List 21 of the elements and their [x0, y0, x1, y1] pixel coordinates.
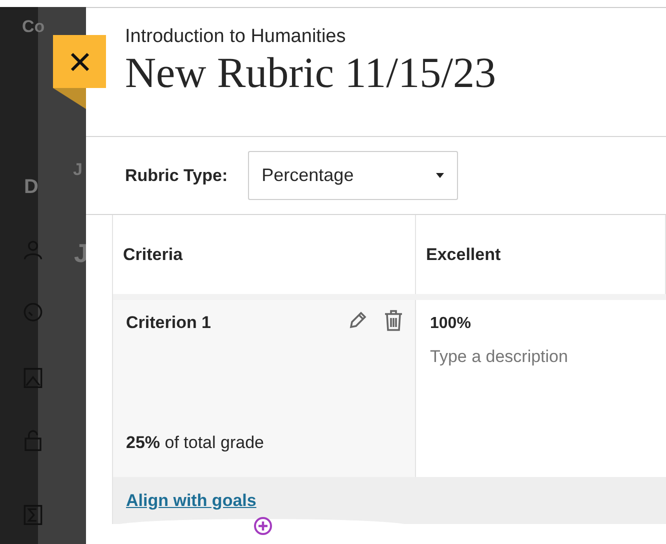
fold-tab-drawing [53, 88, 86, 109]
caret-icon [436, 173, 444, 178]
criterion-name: Criterion 1 [126, 312, 212, 334]
criterion-weight: 25% of total grade [126, 432, 265, 454]
description-field[interactable]: Type a description [430, 344, 650, 370]
sigma-icon [23, 502, 43, 528]
lock-icon [23, 428, 43, 454]
course-name: Introduction to Humanities [125, 25, 347, 49]
close-icon [68, 50, 90, 72]
tab-label: J [73, 159, 82, 181]
image-icon [23, 365, 43, 391]
align-goals-link[interactable]: Align with goals [126, 488, 256, 514]
rubric-type-label: Rubric Type: [125, 164, 228, 187]
rubric-title: New Rubric 11/15/23 [125, 49, 498, 99]
rubric-type-select[interactable]: Percentage [248, 151, 458, 200]
trash-icon[interactable] [384, 310, 403, 331]
nav-heading: D [24, 175, 38, 200]
close-button[interactable] [53, 35, 106, 88]
course-title: Co [22, 16, 45, 38]
level-percentage: 100% [430, 314, 472, 334]
edit-icon[interactable] [348, 310, 368, 330]
